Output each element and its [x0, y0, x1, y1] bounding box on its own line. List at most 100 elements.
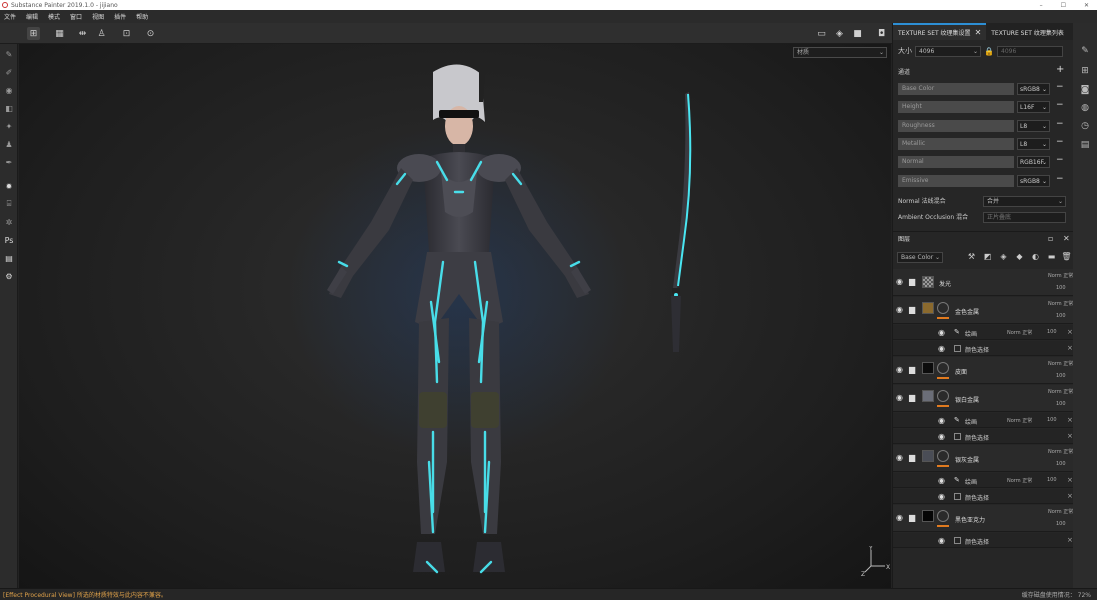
layer-blend-mode[interactable]: Norm 正常 [1048, 448, 1073, 455]
remove-channel-button[interactable]: − [1056, 174, 1064, 184]
photoshop-export-icon[interactable]: Ps [3, 234, 15, 246]
layer-blend-mode[interactable]: Norm 正常 [1048, 300, 1073, 307]
properties-icon[interactable]: ◙ [1079, 84, 1091, 96]
sublayer-color-select[interactable]: ◉ 颜色选择 × [893, 533, 1074, 548]
visibility-eye-icon[interactable]: ◉ [896, 365, 903, 374]
screenshot-camera-icon[interactable]: ◘ [875, 27, 888, 40]
visibility-eye-icon[interactable]: ◉ [938, 416, 945, 425]
add-folder-icon[interactable]: ▬ [1046, 251, 1057, 262]
close-icon[interactable]: ✕ [975, 28, 982, 37]
layer-row-silver-metal[interactable]: ◉ ▆ 银白金属 Norm 正常 100 [893, 385, 1074, 412]
visibility-eye-icon[interactable]: ◉ [938, 536, 945, 545]
visibility-eye-icon[interactable]: ◉ [938, 432, 945, 441]
visibility-eye-icon[interactable]: ◉ [896, 305, 903, 314]
sublayer-paint[interactable]: ◉ ✎ 绘画 Norm 正常 100 × [893, 473, 1074, 488]
layer-blend-mode[interactable]: Norm 正常 [1048, 272, 1073, 279]
add-mask-icon[interactable]: ◩ [982, 251, 993, 262]
visibility-eye-icon[interactable]: ◉ [938, 328, 945, 337]
sublayer-blend[interactable]: Norm 正常 [1007, 329, 1032, 336]
remove-channel-button[interactable]: − [1056, 137, 1064, 147]
channel-format-select[interactable]: L8 ⌄ [1017, 138, 1050, 150]
fit-view-icon[interactable]: ⊡ [120, 27, 133, 40]
checkbox[interactable] [954, 493, 961, 500]
clone-stamp-icon[interactable]: ♟ [3, 138, 15, 150]
close-icon[interactable]: ✕ [1063, 234, 1070, 243]
size-select[interactable]: 4096 ⌄ [915, 45, 981, 57]
visibility-eye-icon[interactable]: ◉ [896, 393, 903, 402]
add-paint-layer-icon[interactable]: ◆ [1014, 251, 1025, 262]
layer-row-gold-metal[interactable]: ◉ ▆ 金色金属 Norm 正常 100 [893, 297, 1074, 324]
brush-settings-icon[interactable]: ✎ [1079, 45, 1091, 57]
remove-channel-button[interactable]: − [1056, 82, 1064, 92]
layer-opacity[interactable]: 100 [1056, 373, 1066, 379]
maximize-panel-icon[interactable]: ▫ [1048, 234, 1053, 243]
remove-channel-button[interactable]: − [1056, 155, 1064, 165]
add-channel-button[interactable]: + [1056, 64, 1064, 75]
layer-blend-mode[interactable]: Norm 正常 [1048, 360, 1073, 367]
layer-opacity[interactable]: 100 [1056, 461, 1066, 467]
3d-viewport[interactable]: 材质 ⌄ Y X Z [19, 44, 891, 588]
close-icon[interactable]: × [1067, 432, 1073, 440]
close-icon[interactable]: × [1067, 344, 1073, 352]
settings-gear-icon[interactable]: ⚙ [3, 270, 15, 282]
history-icon[interactable]: ⊙ [144, 27, 157, 40]
export-document-icon[interactable]: ▤ [3, 252, 15, 264]
tab-texture-set-list[interactable]: TEXTURE SET 纹理集列表 [986, 23, 1069, 40]
sublayer-blend[interactable]: Norm 正常 [1007, 477, 1032, 484]
sublayer-opacity[interactable]: 100 [1047, 417, 1057, 423]
render-icon[interactable]: ◈ [833, 27, 846, 40]
layer-row-leather[interactable]: ◉ ▆ 皮面 Norm 正常 100 [893, 357, 1074, 384]
close-icon[interactable]: × [1067, 536, 1073, 544]
channel-format-select[interactable]: L16F ⌄ [1017, 101, 1050, 113]
lock-icon[interactable]: 🔒 [984, 46, 994, 57]
history-icon[interactable]: ◷ [1079, 120, 1091, 132]
visibility-eye-icon[interactable]: ◉ [938, 492, 945, 501]
tab-texture-set-settings[interactable]: TEXTURE SET 纹理集设置 ✕ [893, 23, 987, 40]
remove-channel-button[interactable]: − [1056, 100, 1064, 110]
maximize-button[interactable]: ☐ [1061, 2, 1066, 9]
pose-icon[interactable]: ♙ [95, 27, 108, 40]
sublayer-paint[interactable]: ◉ ✎ 绘画 Norm 正常 100 × [893, 413, 1074, 428]
remove-channel-button[interactable]: − [1056, 119, 1064, 129]
close-icon[interactable]: × [1067, 416, 1073, 424]
visibility-eye-icon[interactable]: ◉ [938, 476, 945, 485]
tile-icon[interactable]: ▦ [53, 27, 66, 40]
shelf-icon[interactable]: ✹ [3, 180, 15, 192]
sublayer-paint[interactable]: ◉ ✎ 绘画 Norm 正常 100 × [893, 325, 1074, 340]
close-window-button[interactable]: ✕ [1084, 2, 1089, 9]
visibility-eye-icon[interactable]: ◉ [938, 344, 945, 353]
layer-row-gray-metal[interactable]: ◉ ▆ 银灰金属 Norm 正常 100 [893, 445, 1074, 472]
sublayer-opacity[interactable]: 100 [1047, 477, 1057, 483]
projection-icon[interactable]: ◉ [3, 84, 15, 96]
layer-opacity[interactable]: 100 [1056, 401, 1066, 407]
menu-file[interactable]: 文件 [4, 12, 16, 21]
close-icon[interactable]: × [1067, 328, 1073, 336]
smudge-icon[interactable]: ✦ [3, 120, 15, 132]
layer-channel-select[interactable]: Base Color ⌄ [897, 252, 943, 263]
sublayer-blend[interactable]: Norm 正常 [1007, 417, 1032, 424]
sublayer-color-select[interactable]: ◉ 颜色选择 × [893, 489, 1074, 504]
layer-row-glow[interactable]: ◉ ▆ 发光 Norm 正常 100 [893, 269, 1074, 296]
layer-opacity[interactable]: 100 [1056, 521, 1066, 527]
paint-brush-icon[interactable]: ✎ [3, 48, 15, 60]
channel-format-select[interactable]: L8 ⌄ [1017, 120, 1050, 132]
checkbox[interactable] [954, 433, 961, 440]
size-height-field[interactable]: 4096 [997, 45, 1063, 57]
layer-blend-mode[interactable]: Norm 正常 [1048, 388, 1073, 395]
checkbox[interactable] [954, 345, 961, 352]
sublayer-color-select[interactable]: ◉ 颜色选择 × [893, 341, 1074, 356]
channel-format-select[interactable]: sRGB8 ⌄ [1017, 175, 1050, 187]
menu-edit[interactable]: 编辑 [26, 12, 38, 21]
layer-blend-mode[interactable]: Norm 正常 [1048, 508, 1073, 515]
ao-mix-select[interactable]: 正片叠底 [983, 212, 1066, 223]
geometry-mask-icon[interactable]: ◧ [3, 102, 15, 114]
normal-mix-select[interactable]: 合并 ⌄ [983, 196, 1066, 207]
close-icon[interactable]: × [1067, 476, 1073, 484]
add-fill-layer-icon[interactable]: ◈ [998, 251, 1009, 262]
menu-mode[interactable]: 模式 [48, 12, 60, 21]
sublayer-opacity[interactable]: 100 [1047, 329, 1057, 335]
environment-icon[interactable]: ◍ [1079, 102, 1091, 114]
checkbox[interactable] [954, 537, 961, 544]
visibility-eye-icon[interactable]: ◉ [896, 453, 903, 462]
visibility-eye-icon[interactable]: ◉ [896, 513, 903, 522]
